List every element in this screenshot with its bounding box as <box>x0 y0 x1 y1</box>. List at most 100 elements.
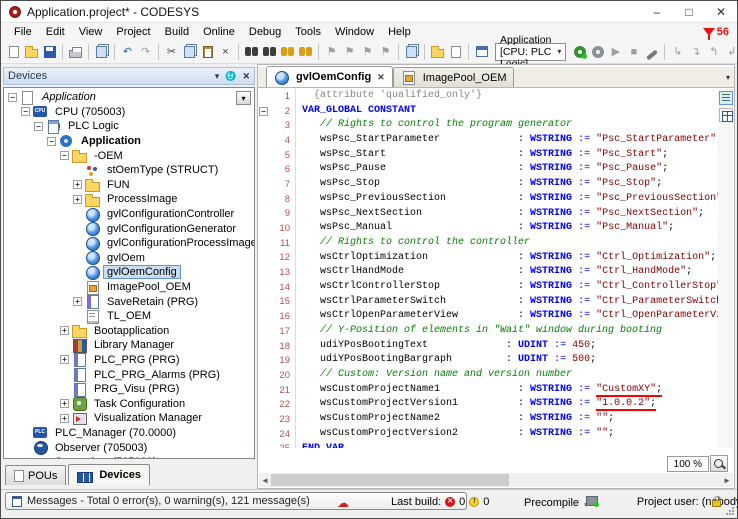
expand-icon[interactable]: + <box>60 326 69 335</box>
step-into-icon[interactable]: ↴ <box>687 43 704 60</box>
expand-icon[interactable]: + <box>60 414 69 423</box>
breakpoint-wrench-icon[interactable] <box>643 43 660 60</box>
menu-project[interactable]: Project <box>109 25 157 39</box>
panel-close-icon[interactable]: ✕ <box>242 71 250 82</box>
menu-tools[interactable]: Tools <box>288 25 328 39</box>
tree-item-gvlconfigurationgenerator[interactable]: −gvlConfigurationGenerator <box>4 221 254 236</box>
tree-item-gvlconfigurationcontroller[interactable]: −gvlConfigurationController <box>4 207 254 222</box>
scrollbar-thumb[interactable] <box>271 474 509 486</box>
tree-item-gvloem[interactable]: −gvlOem <box>4 251 254 266</box>
tree-item-cpu-705003[interactable]: −CPU (705003) <box>4 105 254 120</box>
menu-online[interactable]: Online <box>196 25 242 39</box>
tree-item-tl-oem[interactable]: −TL_OEM <box>4 309 254 324</box>
tree-item-systembus-705000[interactable]: +Systembus (705000) <box>4 455 254 459</box>
declaration-view-button[interactable] <box>719 91 733 105</box>
new-file-icon[interactable] <box>5 43 22 60</box>
compare-icon[interactable] <box>403 43 420 60</box>
device-tree[interactable]: −Application−CPU (705003)−PLC Logic−Appl… <box>3 87 255 459</box>
open-file-icon[interactable] <box>23 43 40 60</box>
tree-item-plc-prg-prg[interactable]: +PLC_PRG (PRG) <box>4 353 254 368</box>
paste-icon[interactable] <box>199 43 216 60</box>
tab-close-icon[interactable]: ✕ <box>377 72 385 83</box>
scroll-left-icon[interactable]: ◄ <box>259 476 271 485</box>
expand-icon[interactable]: + <box>60 399 69 408</box>
scroll-right-icon[interactable]: ► <box>721 476 733 485</box>
find-icon[interactable] <box>243 43 260 60</box>
tree-item-task-configuration[interactable]: +Task Configuration <box>4 396 254 411</box>
collapse-icon[interactable]: − <box>47 137 56 146</box>
tree-item-bootapplication[interactable]: +Bootapplication <box>4 324 254 339</box>
collapse-icon[interactable]: − <box>21 107 30 116</box>
tree-item-imagepool-oem[interactable]: −ImagePool_OEM <box>4 280 254 295</box>
tree-item-plc-manager-70-0000[interactable]: −PLC_Manager (70.0000) <box>4 426 254 441</box>
tree-item-visualization-manager[interactable]: +Visualization Manager <box>4 411 254 426</box>
devices-panel-header[interactable]: Devices ▾ ⛎ ✕ <box>3 67 255 85</box>
table-view-button[interactable] <box>719 108 733 122</box>
menu-file[interactable]: File <box>7 25 39 39</box>
pragma-flag[interactable]: 56 <box>703 26 729 38</box>
tree-item-plc-logic[interactable]: −PLC Logic <box>4 119 254 134</box>
find-next-icon[interactable] <box>261 43 278 60</box>
tree-item-fun[interactable]: +FUN <box>4 178 254 193</box>
active-application-combo[interactable]: Application [CPU: PLC Logic]▾ <box>495 43 566 61</box>
menu-view[interactable]: View <box>72 25 110 39</box>
tree-item-prg-visu-prg[interactable]: −PRG_Visu (PRG) <box>4 382 254 397</box>
step-over-icon[interactable]: ↳ <box>669 43 686 60</box>
logout-icon[interactable] <box>589 43 606 60</box>
replace-next-icon[interactable] <box>297 43 314 60</box>
cut-icon[interactable]: ✂ <box>163 43 180 60</box>
login-icon[interactable] <box>571 43 588 60</box>
tree-item-processimage[interactable]: +ProcessImage <box>4 192 254 207</box>
fold-collapse-icon[interactable]: − <box>259 107 268 116</box>
tab-list-dropdown-icon[interactable]: ▾ <box>726 73 730 82</box>
resize-grip[interactable] <box>725 506 735 516</box>
tab-devices[interactable]: Devices <box>68 464 150 485</box>
menu-help[interactable]: Help <box>381 25 418 39</box>
new-object-icon[interactable] <box>429 43 446 60</box>
tree-item-observer-705003[interactable]: −Observer (705003) <box>4 440 254 455</box>
code-editor[interactable]: 1 {attribute 'qualified_only'}−2VAR_GLOB… <box>258 89 718 448</box>
build-icon[interactable] <box>473 43 490 60</box>
tab-pous[interactable]: POUs <box>5 465 66 485</box>
panel-menu-icon[interactable]: ▾ <box>215 71 220 82</box>
replace-icon[interactable] <box>279 43 296 60</box>
start-icon[interactable]: ▶ <box>607 43 624 60</box>
horizontal-scrollbar[interactable]: ◄ ► <box>259 473 733 487</box>
device-combo-button[interactable]: ▾ <box>236 91 251 105</box>
collapse-icon[interactable]: − <box>34 122 43 131</box>
expand-icon[interactable]: + <box>60 355 69 364</box>
tree-item-application[interactable]: −Application <box>4 134 254 149</box>
zoom-level[interactable]: 100 % <box>667 456 709 472</box>
menu-window[interactable]: Window <box>328 25 381 39</box>
expand-icon[interactable]: + <box>73 180 82 189</box>
bookmark-toggle-icon[interactable]: ⚑ <box>323 43 340 60</box>
stop-icon[interactable]: ■ <box>625 43 642 60</box>
copy-icon[interactable] <box>181 43 198 60</box>
collapse-icon[interactable]: − <box>60 151 69 160</box>
minimize-button[interactable]: – <box>641 1 673 22</box>
menu-edit[interactable]: Edit <box>39 25 72 39</box>
print-icon[interactable] <box>67 43 84 60</box>
tree-item-stoemtype-struct[interactable]: −stOemType (STRUCT) <box>4 163 254 178</box>
expand-icon[interactable]: + <box>73 297 82 306</box>
copy-project-icon[interactable] <box>93 43 110 60</box>
run-to-cursor-icon[interactable]: ↲ <box>723 43 738 60</box>
bookmark-clear-icon[interactable]: ⚑ <box>377 43 394 60</box>
tree-item-application[interactable]: −Application <box>4 90 254 105</box>
tree-item-oem[interactable]: −-OEM <box>4 148 254 163</box>
step-out-icon[interactable]: ↰ <box>705 43 722 60</box>
tree-item-library-manager[interactable]: −Library Manager <box>4 338 254 353</box>
expand-icon[interactable]: + <box>73 195 82 204</box>
tree-item-gvloemconfig[interactable]: −gvlOemConfig <box>4 265 254 280</box>
tab-imagepool-oem[interactable]: ImagePool_OEM <box>393 67 515 87</box>
menu-build[interactable]: Build <box>158 25 196 39</box>
redo-icon[interactable]: ↷ <box>137 43 154 60</box>
menu-debug[interactable]: Debug <box>242 25 288 39</box>
expand-icon[interactable]: + <box>21 458 30 459</box>
tree-item-gvlconfigurationprocessimage[interactable]: −gvlConfigurationProcessImage <box>4 236 254 251</box>
tree-item-plc-prg-alarms-prg[interactable]: −PLC_PRG_Alarms (PRG) <box>4 367 254 382</box>
edit-object-icon[interactable] <box>447 43 464 60</box>
delete-icon[interactable]: × <box>217 43 234 60</box>
zoom-magnifier-icon[interactable] <box>710 455 728 472</box>
tab-gvloemconfig[interactable]: gvlOemConfig ✕ <box>266 66 393 87</box>
